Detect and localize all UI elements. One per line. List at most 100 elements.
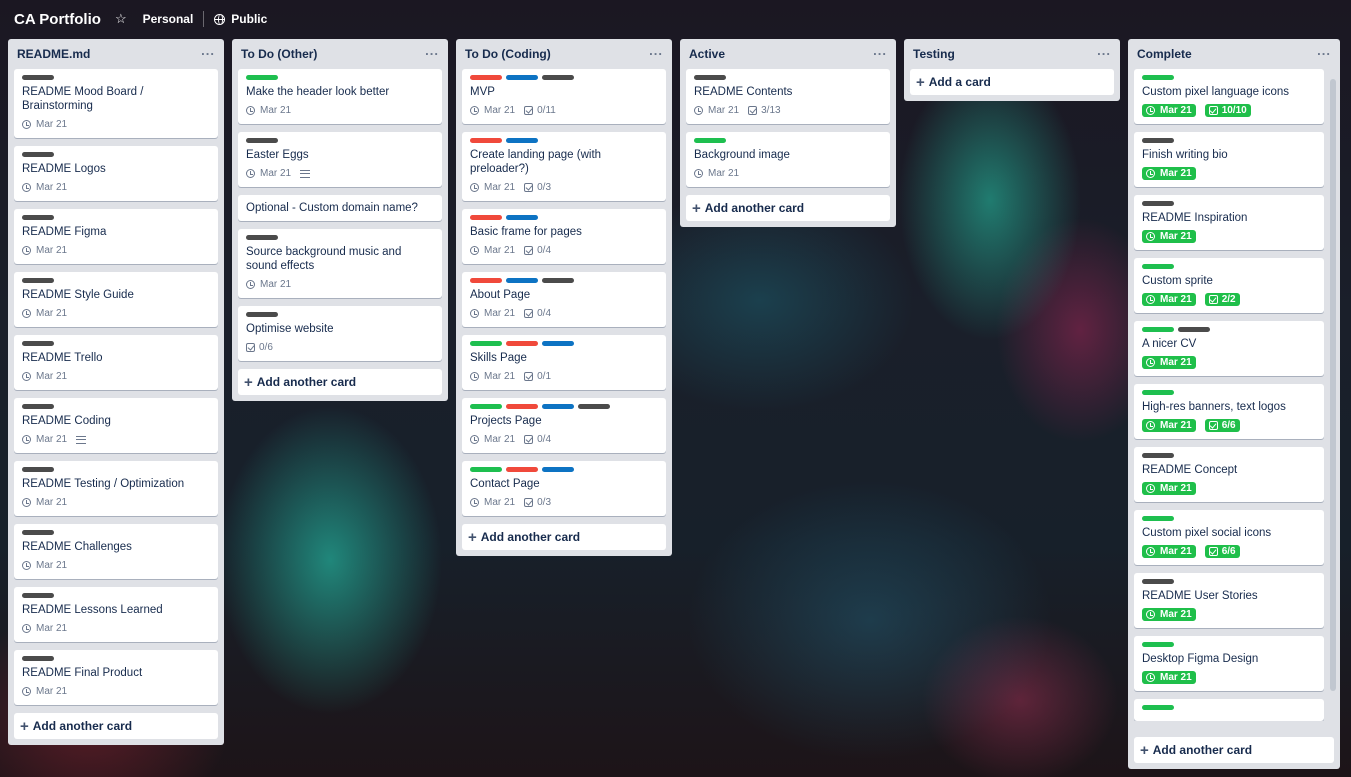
label-gray[interactable] [22,593,54,598]
list-title[interactable]: To Do (Other) [241,47,317,61]
card[interactable]: Basic frame for pages Mar 21 0/4 [462,209,666,264]
label-red[interactable] [470,278,502,283]
list-menu-icon[interactable]: ... [1097,44,1111,57]
add-card-button[interactable]: + Add another card [462,524,666,550]
add-card-button[interactable]: + Add a card [910,69,1114,95]
label-gray[interactable] [22,656,54,661]
label-blue[interactable] [506,75,538,80]
card[interactable]: README Lessons Learned Mar 21 [14,587,218,642]
card[interactable] [1134,699,1324,721]
card[interactable]: Skills Page Mar 21 0/1 [462,335,666,390]
add-card-button[interactable]: + Add another card [1134,737,1334,763]
card[interactable]: Projects Page Mar 21 0/4 [462,398,666,453]
label-gray[interactable] [246,235,278,240]
label-green[interactable] [1142,642,1174,647]
card[interactable]: README Final Product Mar 21 [14,650,218,705]
list-menu-icon[interactable]: ... [649,44,663,57]
card[interactable]: Finish writing bio Mar 21 [1134,132,1324,187]
visibility-button[interactable]: Public [214,12,267,26]
card[interactable]: README User Stories Mar 21 [1134,573,1324,628]
list-title[interactable]: Testing [913,47,955,61]
add-card-button[interactable]: + Add another card [238,369,442,395]
card[interactable]: MVP Mar 21 0/11 [462,69,666,124]
card[interactable]: README Style Guide Mar 21 [14,272,218,327]
label-gray[interactable] [542,278,574,283]
label-blue[interactable] [506,278,538,283]
card[interactable]: A nicer CV Mar 21 [1134,321,1324,376]
card[interactable]: Source background music and sound effect… [238,229,442,298]
label-red[interactable] [506,404,538,409]
label-gray[interactable] [22,75,54,80]
card[interactable]: Desktop Figma Design Mar 21 [1134,636,1324,691]
card[interactable]: README Logos Mar 21 [14,146,218,201]
label-gray[interactable] [542,75,574,80]
card[interactable]: Easter Eggs Mar 21 [238,132,442,187]
list-title[interactable]: Active [689,47,725,61]
label-red[interactable] [470,215,502,220]
card[interactable]: High-res banners, text logos Mar 21 6/6 [1134,384,1324,439]
board-title[interactable]: CA Portfolio [14,11,101,28]
add-card-button[interactable]: + Add another card [686,195,890,221]
label-green[interactable] [1142,705,1174,710]
label-green[interactable] [470,404,502,409]
card[interactable]: README Mood Board / Brainstorming Mar 21 [14,69,218,138]
personal-button[interactable]: Personal [143,12,194,26]
card[interactable]: Background image Mar 21 [686,132,890,187]
list-title[interactable]: README.md [17,47,90,61]
label-blue[interactable] [506,215,538,220]
label-blue[interactable] [506,138,538,143]
card[interactable]: Create landing page (with preloader?) Mar… [462,132,666,201]
list-title[interactable]: To Do (Coding) [465,47,551,61]
label-gray[interactable] [1142,579,1174,584]
label-red[interactable] [506,467,538,472]
label-blue[interactable] [542,404,574,409]
label-green[interactable] [246,75,278,80]
label-gray[interactable] [22,278,54,283]
label-red[interactable] [470,138,502,143]
label-green[interactable] [1142,327,1174,332]
card[interactable]: Custom pixel social icons Mar 21 6/6 [1134,510,1324,565]
list-menu-icon[interactable]: ... [201,44,215,57]
label-green[interactable] [1142,75,1174,80]
label-gray[interactable] [22,215,54,220]
label-green[interactable] [470,341,502,346]
label-green[interactable] [1142,516,1174,521]
label-gray[interactable] [22,467,54,472]
scrollbar-thumb[interactable] [1330,79,1336,691]
card[interactable]: README Challenges Mar 21 [14,524,218,579]
label-red[interactable] [470,75,502,80]
label-red[interactable] [506,341,538,346]
card[interactable]: Optimise website 0/6 [238,306,442,361]
label-gray[interactable] [694,75,726,80]
card[interactable]: Make the header look better Mar 21 [238,69,442,124]
list-menu-icon[interactable]: ... [1317,44,1331,57]
card[interactable]: Custom sprite Mar 21 2/2 [1134,258,1324,313]
card[interactable]: README Contents Mar 21 3/13 [686,69,890,124]
card[interactable]: README Inspiration Mar 21 [1134,195,1324,250]
list-menu-icon[interactable]: ... [873,44,887,57]
label-gray[interactable] [246,138,278,143]
label-gray[interactable] [1178,327,1210,332]
card[interactable]: README Testing / Optimization Mar 21 [14,461,218,516]
label-gray[interactable] [246,312,278,317]
label-green[interactable] [1142,390,1174,395]
label-gray[interactable] [22,341,54,346]
label-gray[interactable] [578,404,610,409]
card[interactable]: Contact Page Mar 21 0/3 [462,461,666,516]
label-green[interactable] [470,467,502,472]
star-icon[interactable]: ☆ [115,11,127,27]
add-card-button[interactable]: + Add another card [14,713,218,739]
label-green[interactable] [694,138,726,143]
list-menu-icon[interactable]: ... [425,44,439,57]
label-gray[interactable] [22,530,54,535]
label-gray[interactable] [22,152,54,157]
label-gray[interactable] [1142,201,1174,206]
card[interactable]: About Page Mar 21 0/4 [462,272,666,327]
card[interactable]: README Trello Mar 21 [14,335,218,390]
list-title[interactable]: Complete [1137,47,1192,61]
list-cards-scroll[interactable]: Custom pixel language icons Mar 21 10/10 Fi… [1134,69,1334,721]
label-gray[interactable] [1142,138,1174,143]
card[interactable]: README Figma Mar 21 [14,209,218,264]
card[interactable]: Optional - Custom domain name? [238,195,442,221]
card[interactable]: README Coding Mar 21 [14,398,218,453]
